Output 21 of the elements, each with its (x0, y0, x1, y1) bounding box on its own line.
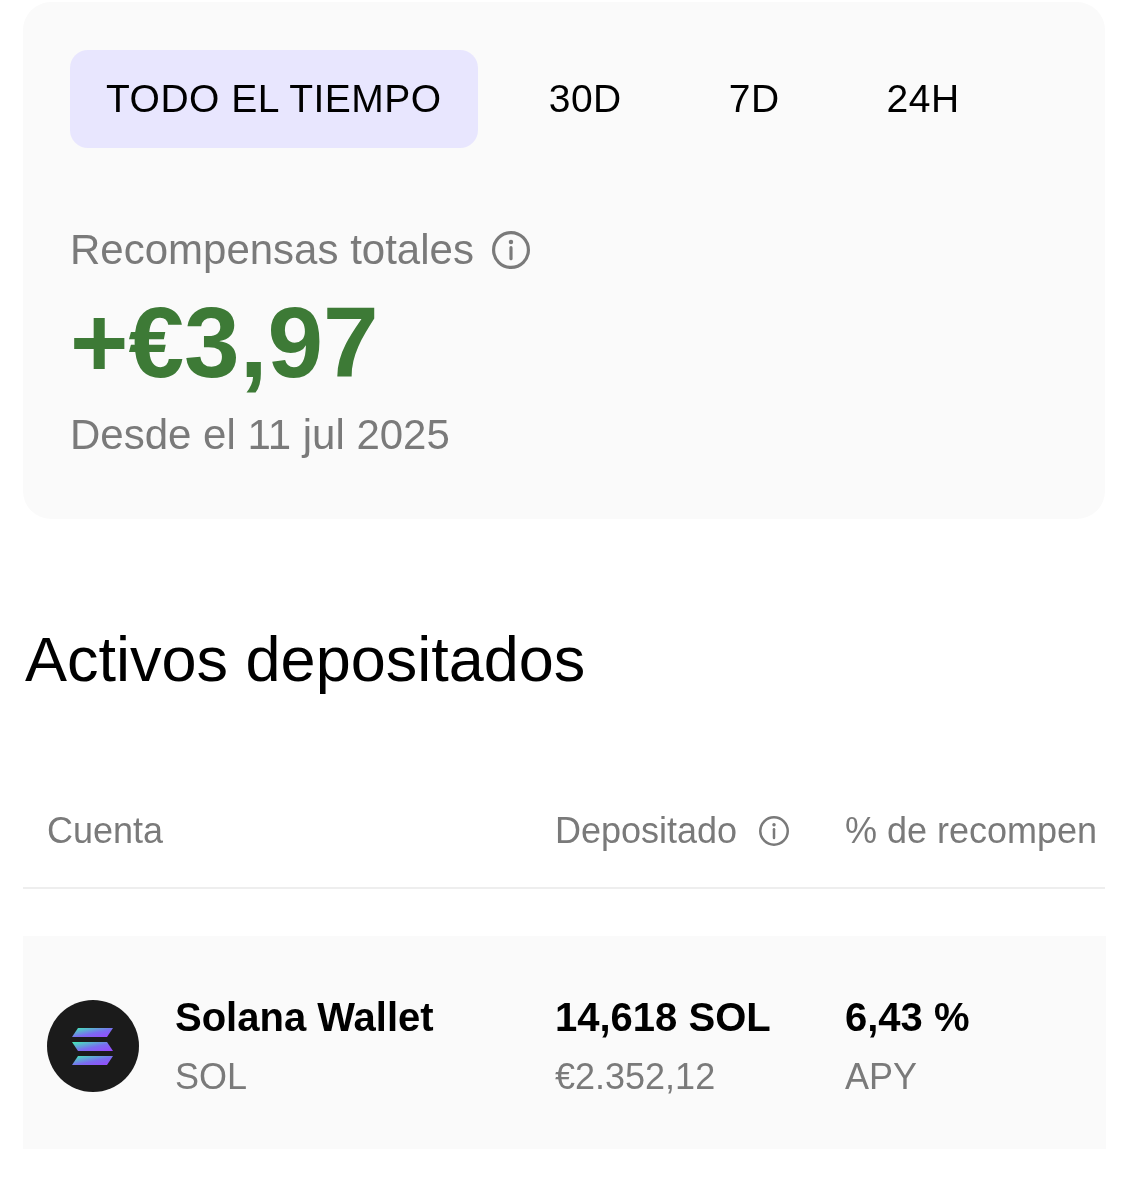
rewards-amount: +€3,97 (70, 292, 379, 392)
column-header: Cuenta (47, 809, 164, 853)
account-row[interactable]: Solana Wallet SOL 14,618 SOL €2.352,12 6,43 % APY (23, 936, 1106, 1149)
deposited-amount: 14,618 SOL (555, 994, 771, 1041)
period-tab[interactable]: 7D (692, 50, 816, 148)
period-tab[interactable]: 24H (850, 50, 996, 148)
deposited-value: €2.352,12 (555, 1055, 716, 1099)
reward-rate-label: APY (845, 1055, 918, 1099)
reward-rate: 6,43 % (845, 994, 970, 1041)
info-icon[interactable] (491, 231, 530, 269)
column-header: Depositado (555, 809, 738, 853)
period-tab[interactable]: TODO EL TIEMPO (70, 50, 478, 148)
rewards-label: Recompensas totales (70, 225, 474, 275)
account-ticker: SOL (175, 1055, 248, 1099)
period-tab[interactable]: 30D (512, 50, 658, 148)
column-header: % de recompen (845, 809, 1098, 853)
section-title: Activos depositados (25, 623, 586, 696)
rewards-since-date: Desde el 11 jul 2025 (70, 410, 450, 460)
info-icon[interactable] (759, 816, 790, 846)
account-name: Solana Wallet (175, 994, 434, 1041)
token-logo-icon (47, 1000, 139, 1092)
